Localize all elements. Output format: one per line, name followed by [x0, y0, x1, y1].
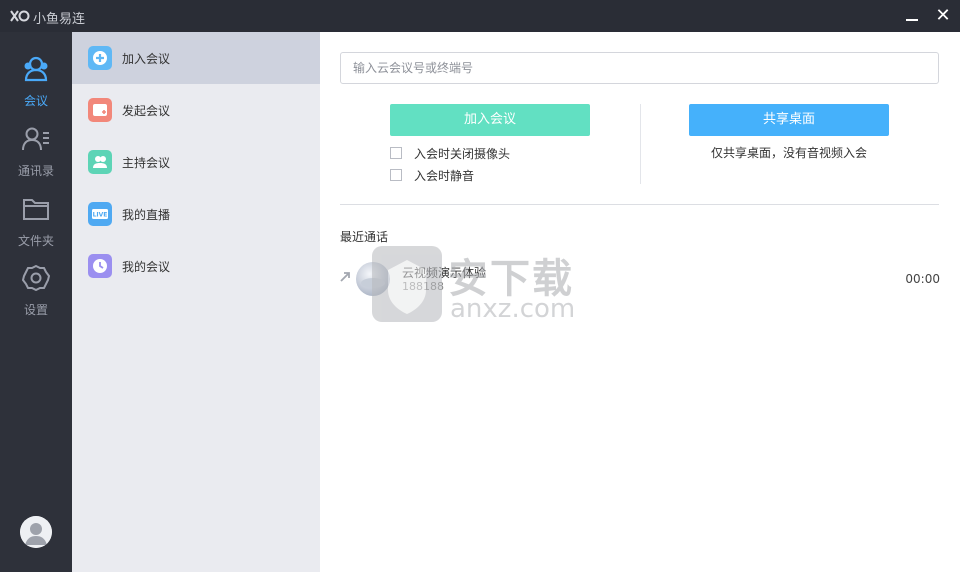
- nav-item-label: 文件夹: [17, 234, 54, 248]
- meeting-submenu: 加入会议 发起会议 主持会议 LIVE 我的直播 我的会议: [72, 32, 320, 572]
- avatar-silhouette-icon: [20, 516, 52, 548]
- call-duration: 00:00: [905, 272, 940, 286]
- submenu-item-label: 加入会议: [122, 52, 171, 66]
- title-bar[interactable]: 小鱼易连 ✕: [0, 0, 960, 32]
- app-window: 小鱼易连 ✕ 会议 通讯录 文件夹 设置 加入会议 发起会议 主持会议 LIVE…: [0, 0, 960, 572]
- recent-calls-title: 最近通话: [340, 230, 389, 244]
- contacts-icon: [22, 127, 49, 151]
- folder-icon: [23, 199, 49, 220]
- clock-icon: [88, 254, 112, 278]
- svg-text:LIVE: LIVE: [93, 212, 108, 219]
- outgoing-arrow-icon: [340, 272, 350, 282]
- submenu-item-start-meeting[interactable]: 发起会议: [72, 84, 320, 136]
- call-contact-avatar-icon: [356, 262, 390, 296]
- submenu-item-host-meeting[interactable]: 主持会议: [72, 136, 320, 188]
- nav-item-contacts[interactable]: 通讯录: [0, 120, 72, 182]
- close-button[interactable]: ✕: [930, 4, 956, 28]
- meeting-number-input[interactable]: [340, 52, 939, 84]
- camera-off-checkbox[interactable]: [390, 147, 402, 159]
- camera-off-label: 入会时关闭摄像头: [414, 147, 511, 161]
- minimize-button[interactable]: [899, 4, 925, 28]
- submenu-item-label: 主持会议: [122, 156, 171, 170]
- call-contact-number: 188188: [402, 280, 444, 293]
- submenu-item-join-meeting[interactable]: 加入会议: [72, 32, 320, 84]
- share-desktop-note: 仅共享桌面，没有音视频入会: [710, 146, 867, 160]
- nav-item-settings[interactable]: 设置: [0, 259, 72, 321]
- nav-item-folder[interactable]: 文件夹: [0, 190, 72, 252]
- submenu-item-label: 我的会议: [122, 260, 171, 274]
- app-logo-icon: [10, 10, 30, 22]
- live-icon: LIVE: [88, 202, 112, 226]
- plus-circle-icon: [88, 46, 112, 70]
- share-desktop-button[interactable]: 共享桌面: [689, 104, 889, 136]
- mute-label: 入会时静音: [414, 169, 475, 183]
- vertical-divider: [640, 104, 641, 184]
- nav-item-label: 设置: [23, 303, 48, 317]
- submenu-item-my-live[interactable]: LIVE 我的直播: [72, 188, 320, 240]
- join-meeting-button[interactable]: 加入会议: [390, 104, 590, 136]
- settings-icon: [22, 265, 50, 291]
- recent-call-item[interactable]: 云视频演示体验 188188 00:00: [338, 258, 940, 302]
- meeting-icon: [24, 56, 48, 82]
- nav-rail: 会议 通讯录 文件夹 设置: [0, 32, 72, 572]
- nav-item-label: 通讯录: [17, 164, 54, 178]
- nav-item-meeting[interactable]: 会议: [0, 50, 72, 112]
- call-contact-name: 云视频演示体验: [402, 266, 487, 280]
- section-divider: [340, 204, 939, 205]
- submenu-item-label: 发起会议: [122, 104, 171, 118]
- nav-item-label: 会议: [23, 94, 48, 108]
- host-icon: [88, 150, 112, 174]
- submenu-item-my-meetings[interactable]: 我的会议: [72, 240, 320, 292]
- start-meeting-icon: [88, 98, 112, 122]
- user-avatar-icon[interactable]: [20, 516, 52, 548]
- mute-checkbox[interactable]: [390, 169, 402, 181]
- join-meeting-panel: 加入会议 入会时关闭摄像头 入会时静音 共享桌面 仅共享桌面，没有音视频入会 最…: [320, 32, 960, 572]
- submenu-item-label: 我的直播: [122, 208, 171, 222]
- app-title: 小鱼易连: [33, 12, 86, 27]
